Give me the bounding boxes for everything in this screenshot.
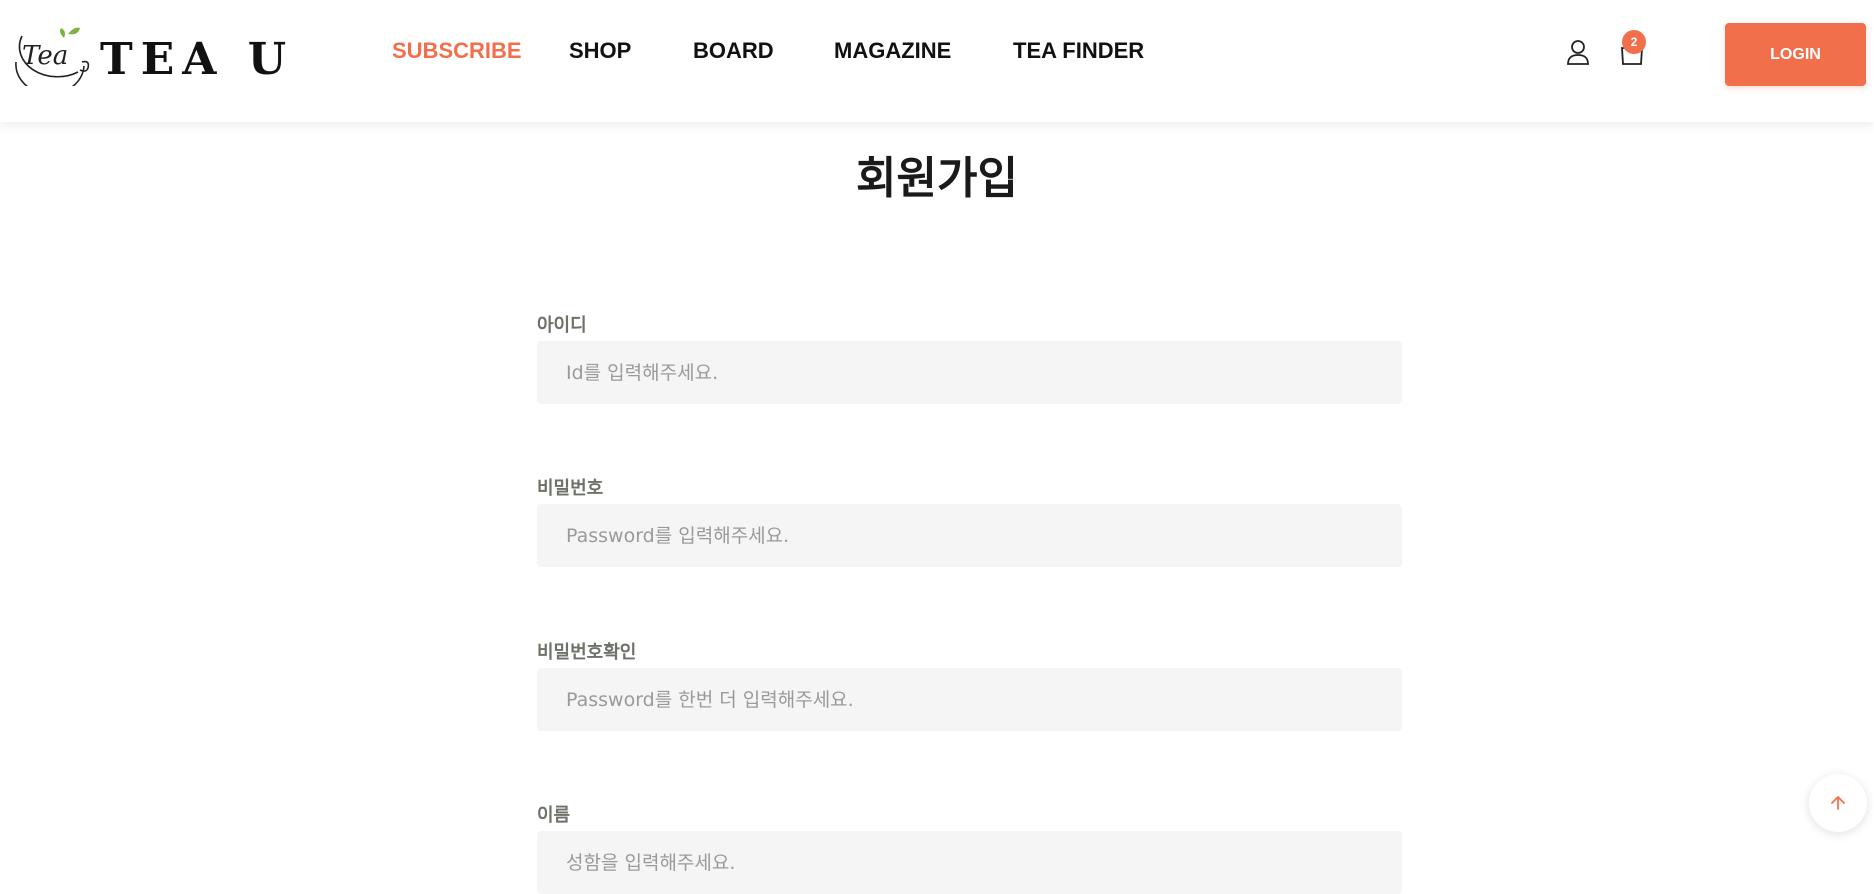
nav-item-subscribe[interactable]: SUBSCRIBE xyxy=(392,38,522,64)
tea-cup-logo-icon: Tea xyxy=(15,27,90,86)
nav-item-shop[interactable]: SHOP xyxy=(569,38,631,64)
scroll-top-button[interactable] xyxy=(1809,774,1867,832)
password-input[interactable] xyxy=(537,504,1402,567)
name-label: 이름 xyxy=(537,805,571,826)
cart-count-badge: 2 xyxy=(1622,30,1646,54)
password-confirm-input[interactable] xyxy=(537,668,1402,731)
brand-name: TEA U xyxy=(100,34,295,85)
arrow-up-icon xyxy=(1831,796,1845,810)
password-label: 비밀번호 xyxy=(537,478,604,499)
id-label: 아이디 xyxy=(537,315,587,336)
id-input[interactable] xyxy=(537,341,1402,404)
page-title: 회원가입 xyxy=(856,153,1018,204)
logo[interactable]: Tea TEA U xyxy=(6,26,286,86)
nav-item-tea-finder[interactable]: TEA FINDER xyxy=(1013,38,1144,64)
password-confirm-label: 비밀번호확인 xyxy=(537,642,637,663)
name-input[interactable] xyxy=(537,831,1402,894)
login-button[interactable]: LOGIN xyxy=(1725,23,1866,86)
logo-script: Tea xyxy=(22,41,68,71)
nav-item-magazine[interactable]: MAGAZINE xyxy=(834,38,951,64)
site-header: Tea TEA U SUBSCRIBE SHOP BOARD MAGAZINE … xyxy=(0,0,1874,122)
nav-item-board[interactable]: BOARD xyxy=(693,38,774,64)
user-icon[interactable] xyxy=(1564,38,1592,66)
